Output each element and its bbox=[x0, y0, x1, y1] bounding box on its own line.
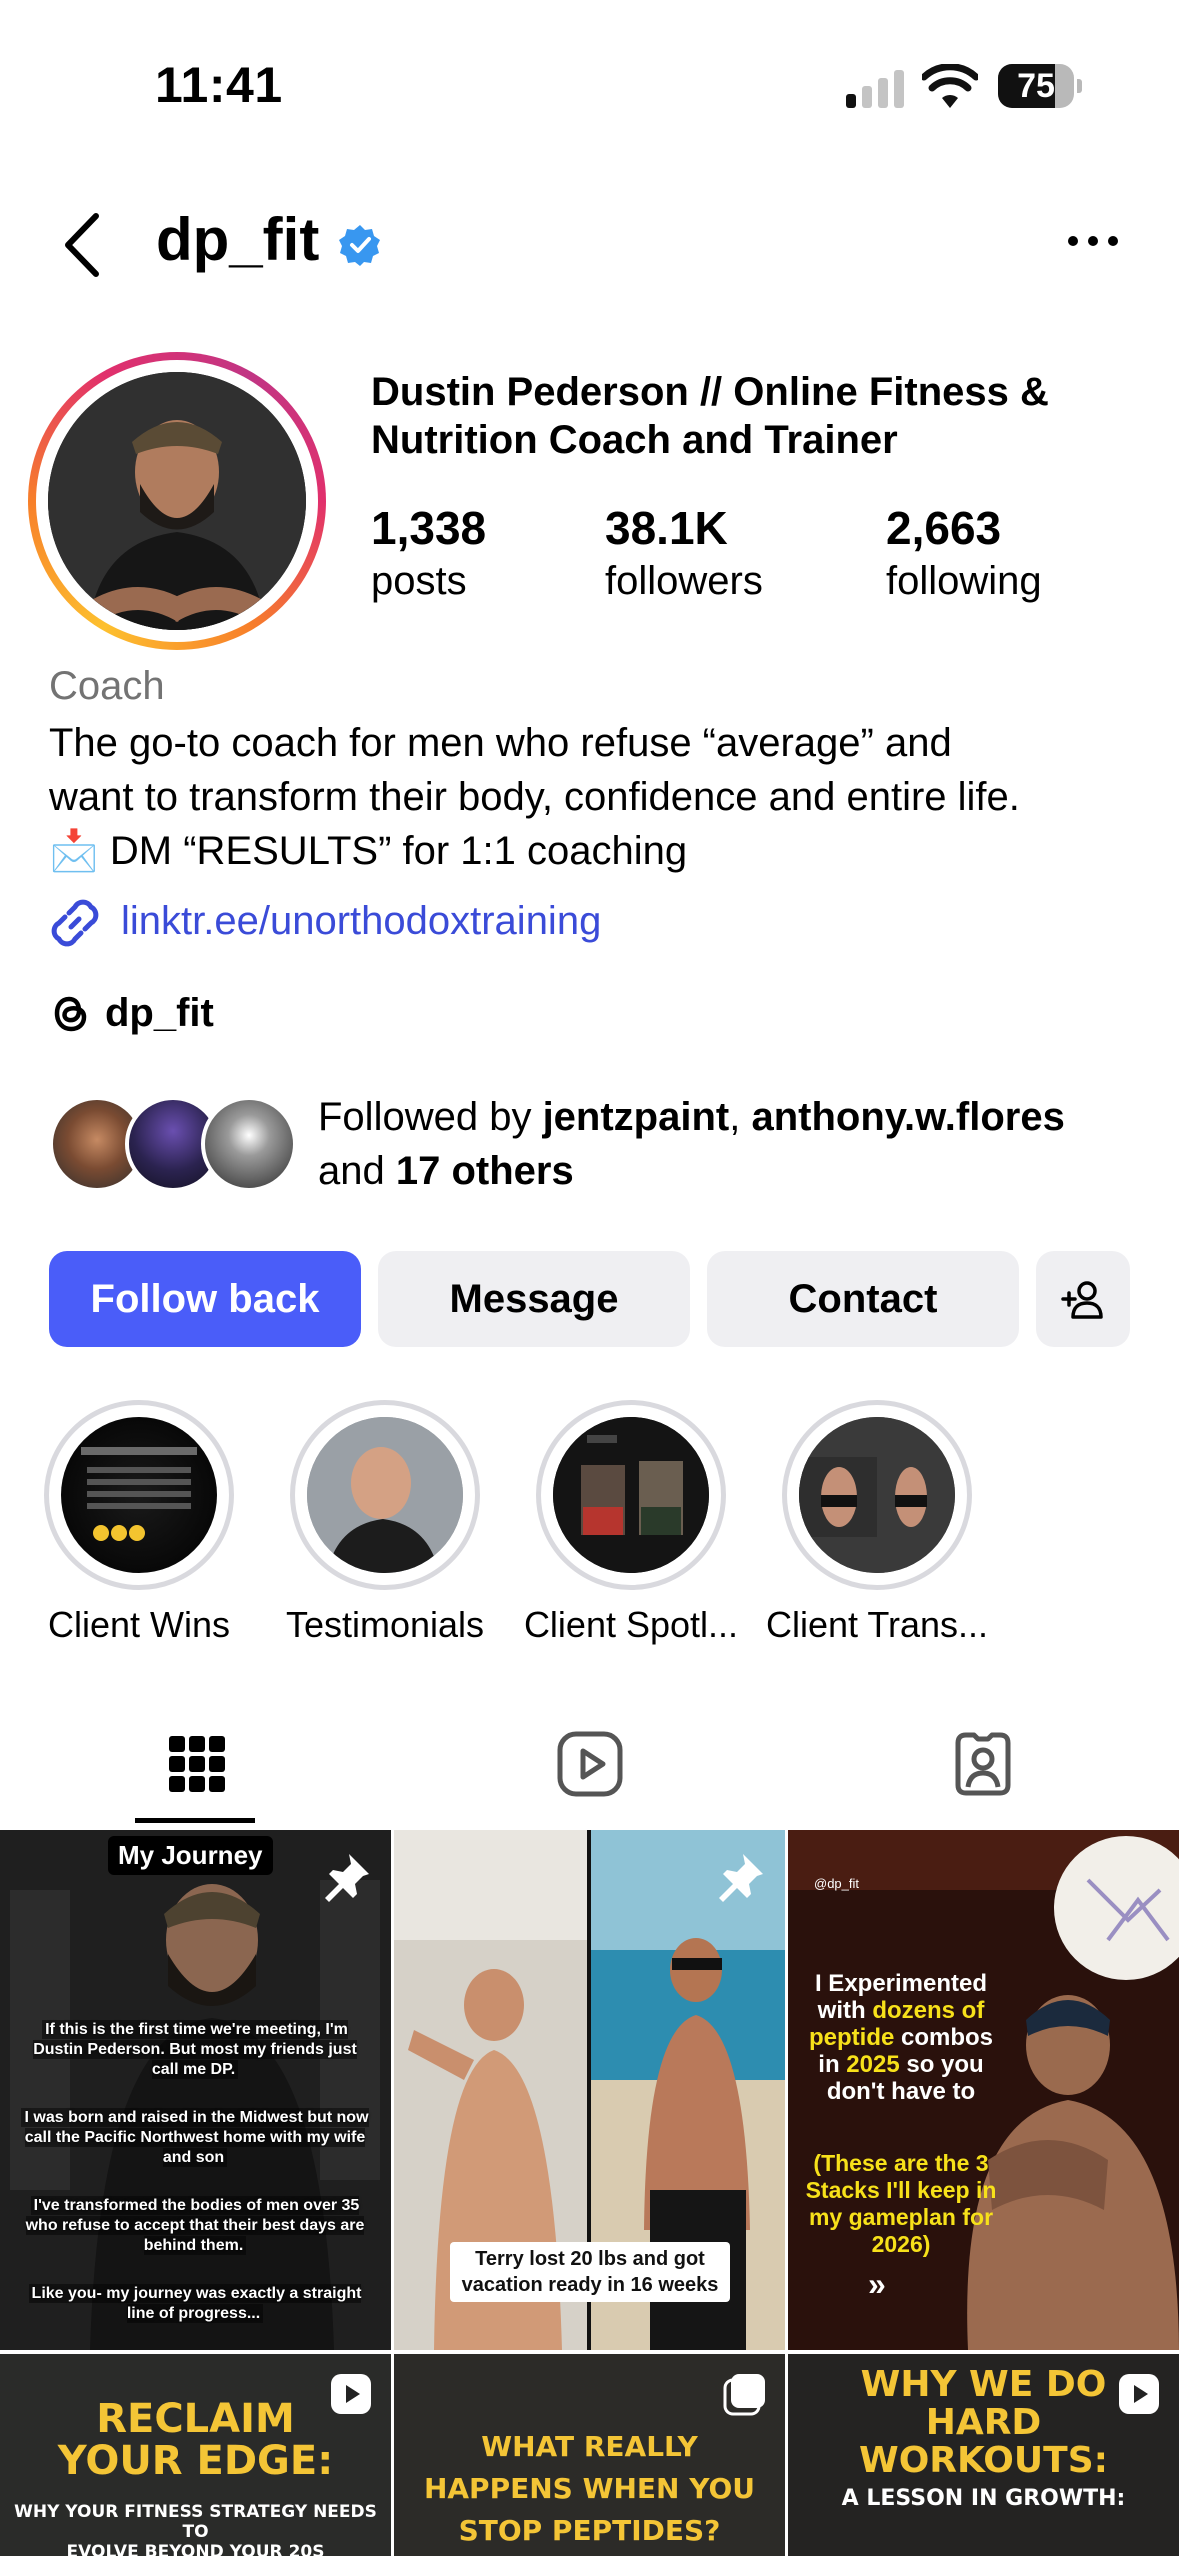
post-overlay-text: Like you- my journey was exactly a strai… bbox=[20, 2284, 370, 2324]
followed-by-text[interactable]: Followed by jentzpaint, anthony.w.flores… bbox=[318, 1090, 1158, 1198]
mutual-user-2: anthony.w.flores bbox=[751, 1095, 1065, 1139]
stat-followers[interactable]: 38.1K followers bbox=[605, 500, 763, 606]
and-text: and bbox=[318, 1149, 396, 1193]
post-title-line: YOUR EDGE: bbox=[57, 2438, 334, 2484]
post-title-line: WORKOUTS: bbox=[858, 2440, 1109, 2481]
grid-icon bbox=[168, 1736, 225, 1792]
status-bar: 11:41 75 bbox=[0, 0, 1179, 150]
grid-post-2[interactable]: Terry lost 20 lbs and got vacation ready… bbox=[394, 1830, 785, 2350]
message-button[interactable]: Message bbox=[378, 1251, 690, 1347]
tab-tagged[interactable] bbox=[786, 1700, 1179, 1828]
battery-indicator: 75 bbox=[998, 64, 1082, 108]
bio-line: 📩 DM “RESULTS” for 1:1 coaching bbox=[49, 829, 688, 873]
add-person-icon bbox=[1061, 1281, 1103, 1319]
following-count: 2,663 bbox=[886, 502, 1002, 554]
cellular-signal-icon bbox=[846, 70, 904, 108]
post-title: WHY WE DO HARD WORKOUTS: bbox=[788, 2366, 1179, 2480]
page-title-username: dp_fit bbox=[156, 206, 320, 273]
followers-count: 38.1K bbox=[605, 502, 728, 554]
post-subtitle-line: WHY YOUR FITNESS STRATEGY NEEDS TO bbox=[14, 2502, 377, 2542]
pin-icon bbox=[325, 1854, 369, 1902]
tab-reels[interactable] bbox=[393, 1700, 786, 1828]
tagged-person-icon bbox=[955, 1732, 1010, 1796]
profile-bio: The go-to coach for men who refuse “aver… bbox=[49, 716, 1149, 878]
post-overlay-text: I've transformed the bodies of men over … bbox=[25, 2196, 365, 2255]
link-text[interactable]: linktr.ee/unorthodoxtraining bbox=[121, 893, 601, 949]
profile-avatar[interactable] bbox=[28, 352, 326, 650]
followers-label: followers bbox=[605, 559, 763, 603]
mutual-user-1: jentzpaint bbox=[542, 1095, 730, 1139]
contact-button[interactable]: Contact bbox=[707, 1251, 1019, 1347]
post-title-line: HARD bbox=[925, 2402, 1042, 2443]
profile-full-name: Dustin Pederson // Online Fitness & Nutr… bbox=[371, 370, 1049, 462]
stat-following[interactable]: 2,663 following bbox=[886, 500, 1042, 606]
profile-category: Coach bbox=[49, 664, 165, 708]
highlight-label: Testimonials bbox=[285, 1604, 485, 1645]
tab-posts-grid[interactable] bbox=[0, 1700, 393, 1828]
profile-tabs bbox=[0, 1700, 1179, 1828]
highlight-label: Client Spotl... bbox=[523, 1604, 739, 1645]
post-subtitle-line: EVOLVE BEYOND YOUR 20S bbox=[66, 2542, 325, 2556]
stat-posts[interactable]: 1,338 posts bbox=[371, 500, 486, 606]
bio-line: The go-to coach for men who refuse “aver… bbox=[49, 721, 952, 765]
reels-icon bbox=[557, 1731, 622, 1797]
post-handle: @dp_fit bbox=[814, 1876, 859, 1891]
avatar bbox=[201, 1096, 297, 1192]
profile-photo bbox=[48, 372, 306, 630]
verified-badge-icon bbox=[339, 225, 380, 266]
carousel-icon bbox=[723, 2374, 765, 2416]
grid-post-1[interactable]: My Journey If this is the first time we'… bbox=[0, 1830, 391, 2350]
highlight-label: Client Wins bbox=[47, 1604, 231, 1645]
battery-level: 75 bbox=[1017, 67, 1055, 105]
post-title: WHAT REALLY HAPPENS WHEN YOU STOP PEPTID… bbox=[394, 2426, 785, 2552]
threads-handle: dp_fit bbox=[105, 991, 214, 1035]
link-icon bbox=[51, 899, 99, 947]
post-subtitle: (These are the 3 Stacks I'll keep in my … bbox=[805, 2150, 997, 2257]
post-title: RECLAIM YOUR EDGE: bbox=[0, 2398, 391, 2482]
post-overlay-text: If this is the first time we're meeting,… bbox=[33, 2020, 357, 2079]
highlight-label: Client Trans... bbox=[765, 1604, 989, 1645]
grid-post-3[interactable]: @dp_fit I Experimented with dozens of pe… bbox=[788, 1830, 1179, 2350]
suggested-people-button[interactable] bbox=[1036, 1251, 1130, 1347]
posts-grid: My Journey If this is the first time we'… bbox=[0, 1830, 1179, 2556]
back-arrow-icon[interactable] bbox=[58, 210, 108, 280]
post-title-line: WHAT REALLY bbox=[481, 2430, 698, 2463]
post-tag: My Journey bbox=[108, 1836, 273, 1875]
grid-post-5[interactable]: WHAT REALLY HAPPENS WHEN YOU STOP PEPTID… bbox=[394, 2354, 785, 2556]
separator: , bbox=[729, 1095, 752, 1139]
swipe-arrows-icon: » bbox=[868, 2266, 886, 2302]
post-title-line: STOP PEPTIDES? bbox=[458, 2514, 721, 2547]
grid-post-4[interactable]: RECLAIM YOUR EDGE: WHY YOUR FITNESS STRA… bbox=[0, 2354, 391, 2556]
mutual-followers-avatars[interactable] bbox=[49, 1096, 299, 1196]
post-caption: Terry lost 20 lbs and got vacation ready… bbox=[450, 2242, 730, 2302]
others-count: 17 others bbox=[395, 1149, 574, 1193]
wifi-icon bbox=[922, 64, 978, 108]
threads-icon bbox=[54, 996, 87, 1032]
posts-count: 1,338 bbox=[371, 502, 487, 554]
pin-icon bbox=[719, 1854, 763, 1902]
following-label: following bbox=[886, 559, 1042, 603]
post-headline: I Experimented with dozens of peptide co… bbox=[808, 1970, 994, 2105]
bio-line: want to transform their body, confidence… bbox=[49, 775, 1020, 819]
status-time: 11:41 bbox=[155, 57, 283, 113]
post-title-line: WHY WE DO bbox=[860, 2364, 1107, 2405]
post-overlay-text: I was born and raised in the Midwest but… bbox=[20, 2108, 370, 2168]
post-subtitle: WHY YOUR FITNESS STRATEGY NEEDS TO EVOLV… bbox=[0, 2502, 391, 2556]
more-options-icon[interactable] bbox=[1065, 226, 1121, 256]
followed-by-prefix: Followed by bbox=[318, 1095, 543, 1139]
follow-back-button[interactable]: Follow back bbox=[49, 1251, 361, 1347]
active-tab-indicator bbox=[135, 1818, 255, 1823]
grid-post-6[interactable]: WHY WE DO HARD WORKOUTS: A LESSON IN GRO… bbox=[788, 2354, 1179, 2556]
post-title-line: RECLAIM bbox=[96, 2396, 295, 2442]
posts-label: posts bbox=[371, 559, 467, 603]
post-subtitle: A LESSON IN GROWTH: bbox=[841, 2486, 1126, 2511]
post-title-line: HAPPENS WHEN YOU bbox=[423, 2472, 756, 2505]
